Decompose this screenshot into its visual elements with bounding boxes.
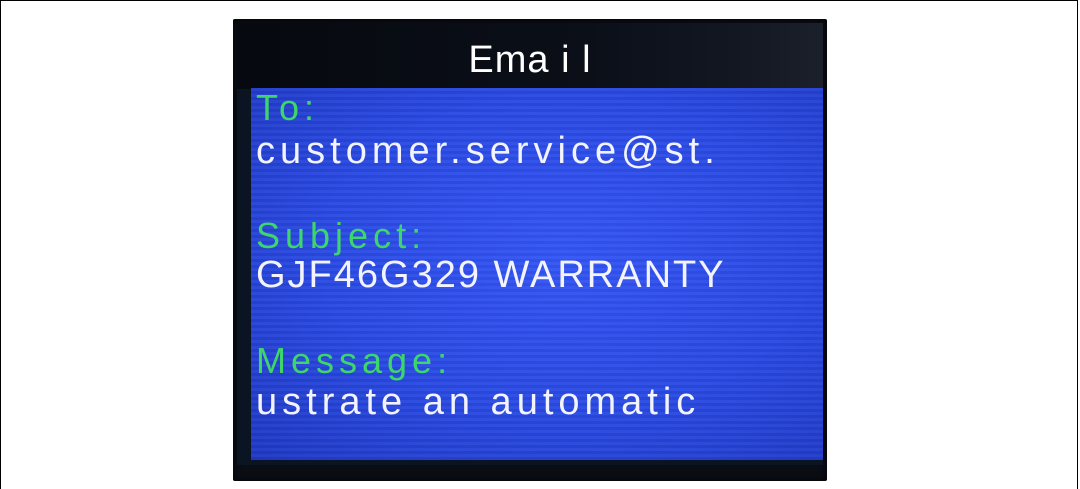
device-display-photo: Ema i l To: customer.service@st. Subject… xyxy=(233,19,827,481)
message-label: Message: xyxy=(256,340,453,381)
to-value: customer.service@st. xyxy=(256,130,720,172)
message-value: ustrate an automatic xyxy=(256,381,701,423)
lcd-panel: Ema i l To: customer.service@st. Subject… xyxy=(237,23,823,465)
screen-title: Ema i l xyxy=(468,39,592,81)
subject-value: GJF46G329 WARRANTY xyxy=(256,254,726,296)
to-label: To: xyxy=(256,87,320,128)
subject-label: Subject: xyxy=(256,215,427,256)
email-content-area: To: customer.service@st. Subject: GJF46G… xyxy=(251,88,823,460)
title-bar: Ema i l xyxy=(237,23,823,89)
